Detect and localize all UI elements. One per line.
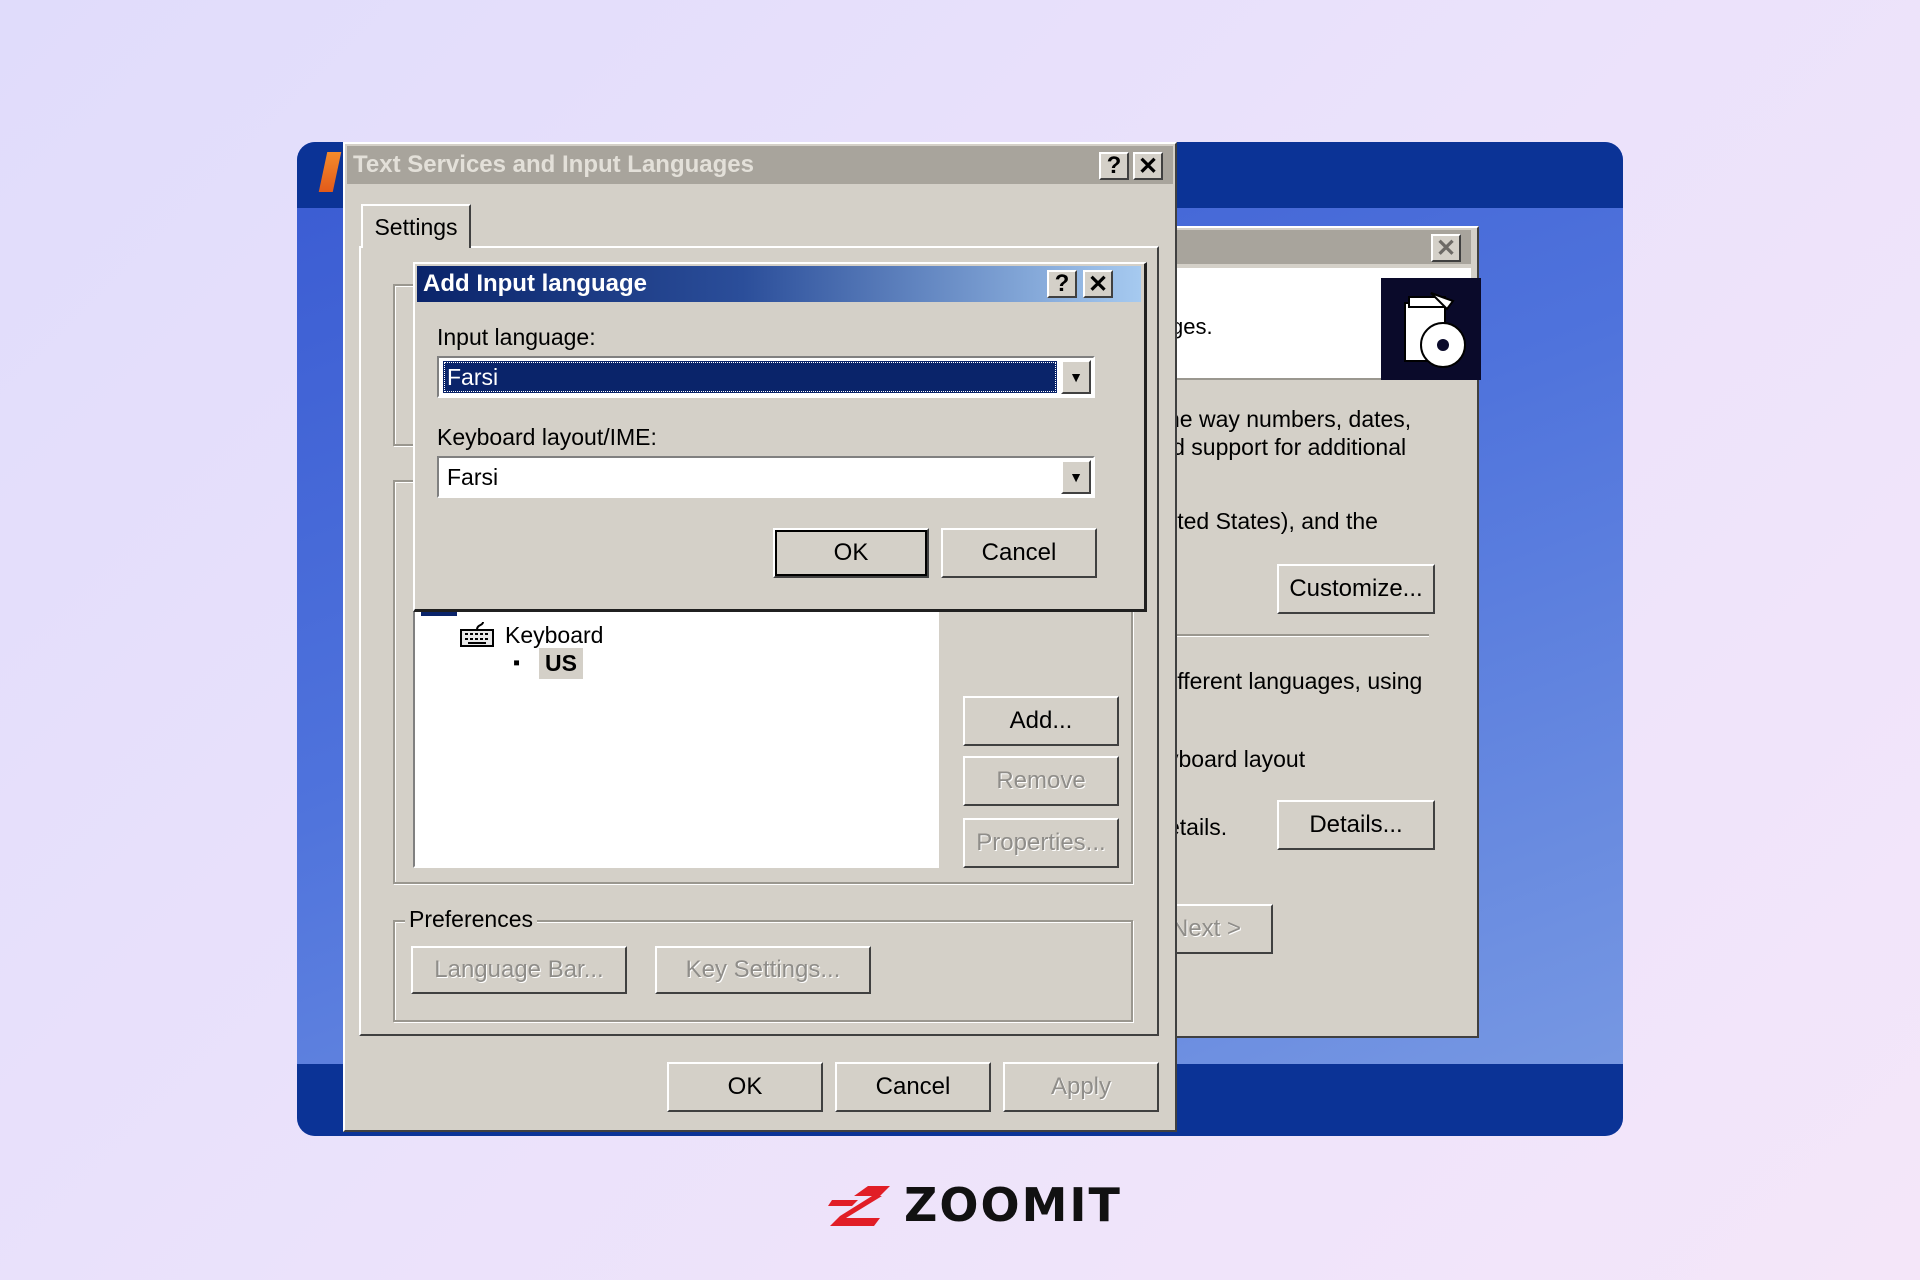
details-button[interactable]: Details...: [1277, 800, 1435, 850]
zoomit-z-icon: [828, 1186, 890, 1226]
key-settings-button[interactable]: Key Settings...: [655, 946, 871, 994]
tree-bullet: ▪: [513, 652, 521, 674]
close-icon[interactable]: ✕: [1431, 234, 1461, 262]
zoomit-logo: ZOOMIT: [828, 1178, 1122, 1232]
language-bar-button[interactable]: Language Bar...: [411, 946, 627, 994]
input-language-select[interactable]: Farsi ▼: [437, 356, 1095, 398]
bg-dialog-header: ges.: [1161, 268, 1481, 380]
keyboard-icon: [459, 620, 495, 650]
screenshot-frame: ✕ ges. he way numbers, dates, ld support…: [297, 142, 1623, 1136]
add-dialog-title: Add Input language: [417, 266, 1141, 302]
tree-selection-mark: [421, 612, 457, 616]
desc-line-3: iited States), and the: [1167, 508, 1378, 534]
header-text: ges.: [1171, 314, 1213, 339]
add-button[interactable]: Add...: [963, 696, 1119, 746]
ok-button[interactable]: OK: [667, 1062, 823, 1112]
installed-services-tree[interactable]: Keyboard ▪ US: [413, 610, 939, 868]
chevron-down-icon[interactable]: ▼: [1061, 460, 1091, 494]
desc-line-5: yboard layout: [1167, 746, 1306, 772]
keyboard-layout-value: Farsi: [447, 464, 499, 490]
keyboard-layout-select[interactable]: Farsi ▼: [437, 456, 1095, 498]
bg-dialog-titlebar: [1161, 230, 1471, 264]
tree-us-layout[interactable]: US: [539, 648, 583, 679]
add-help-button[interactable]: ?: [1047, 270, 1077, 298]
regional-options-dialog: ✕ ges. he way numbers, dates, ld support…: [1139, 226, 1481, 1038]
apply-button[interactable]: Apply: [1003, 1062, 1159, 1112]
main-dialog-title: Text Services and Input Languages: [347, 146, 1173, 184]
tab-settings[interactable]: Settings: [361, 204, 471, 248]
tree-keyboard-label[interactable]: Keyboard: [505, 622, 603, 649]
cd-installer-icon: [1381, 278, 1481, 380]
add-input-language-dialog: Add Input language ? ✕ Input language: F…: [413, 262, 1147, 612]
add-close-button[interactable]: ✕: [1083, 270, 1113, 298]
desc-line-4: lifferent languages, using: [1167, 668, 1423, 694]
remove-button[interactable]: Remove: [963, 756, 1119, 806]
zoomit-wordmark: ZOOMIT: [904, 1178, 1122, 1232]
cancel-button[interactable]: Cancel: [835, 1062, 991, 1112]
text-services-dialog: Text Services and Input Languages ? ✕ Se…: [343, 142, 1177, 1132]
input-language-label: Input language:: [437, 324, 596, 350]
keyboard-layout-label: Keyboard layout/IME:: [437, 424, 657, 450]
add-cancel-button[interactable]: Cancel: [941, 528, 1097, 578]
divider: [1167, 634, 1429, 637]
input-language-value: Farsi: [443, 361, 1057, 393]
chevron-down-icon[interactable]: ▼: [1061, 360, 1091, 394]
properties-button[interactable]: Properties...: [963, 818, 1119, 868]
add-ok-button[interactable]: OK: [773, 528, 929, 578]
preferences-label: Preferences: [405, 906, 538, 933]
desc-line-1: he way numbers, dates,: [1167, 406, 1412, 432]
help-button[interactable]: ?: [1099, 152, 1129, 180]
customize-button[interactable]: Customize...: [1277, 564, 1435, 614]
desc-line-2: ld support for additional: [1167, 434, 1407, 460]
close-button[interactable]: ✕: [1133, 152, 1163, 180]
